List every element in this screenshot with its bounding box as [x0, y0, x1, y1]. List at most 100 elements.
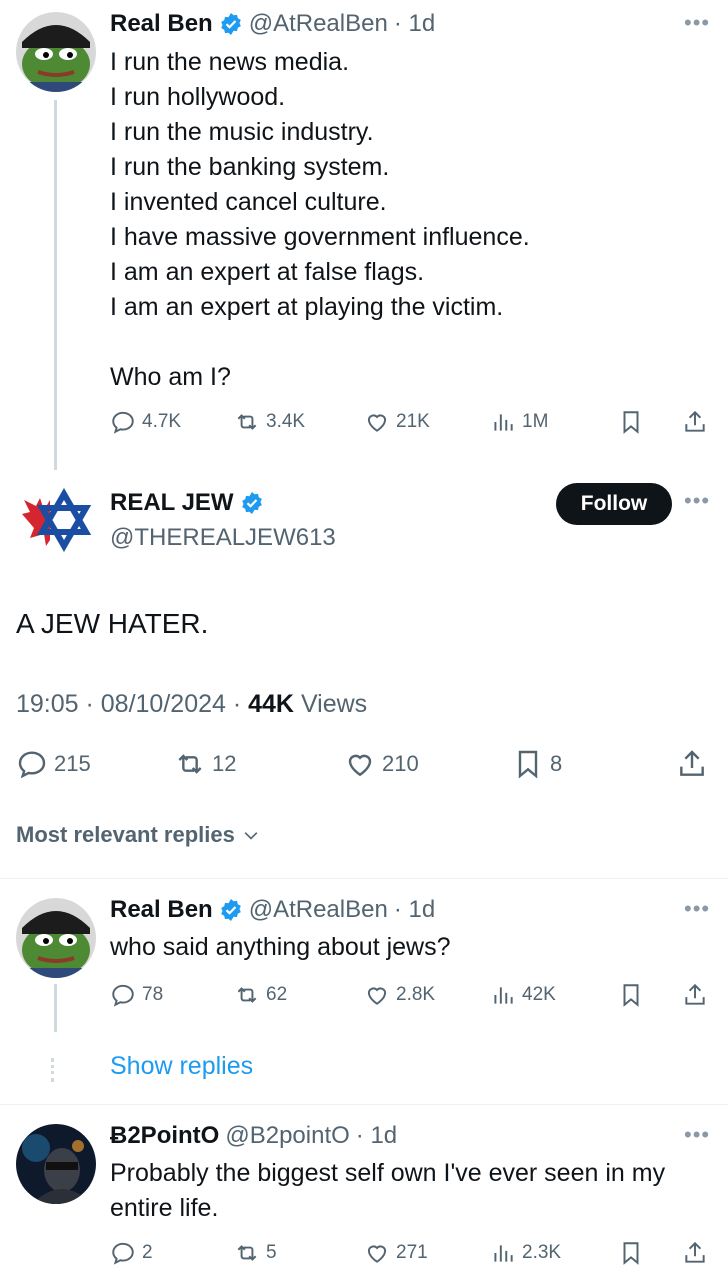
reply-button[interactable]: 2 — [110, 1238, 153, 1268]
repost-button[interactable]: 5 — [234, 1238, 277, 1268]
sort-label: Most relevant replies — [16, 822, 235, 847]
views-button[interactable]: 42K — [490, 980, 556, 1010]
bookmark-icon — [623, 411, 639, 434]
bookmark-button[interactable] — [618, 1238, 644, 1268]
reply1-header: Real Ben @AtRealBen · 1d — [110, 896, 435, 924]
avatar-real-ben[interactable] — [16, 12, 96, 92]
bookmark-icon — [623, 1242, 639, 1265]
avatar-real-ben[interactable] — [16, 898, 96, 978]
tweet1-body: I run the news media. I run hollywood. I… — [110, 45, 530, 395]
thread-line — [54, 100, 57, 470]
reply-button[interactable]: 78 — [110, 980, 163, 1010]
repost-count: 12 — [212, 751, 237, 776]
reply-icon — [112, 984, 134, 1007]
author-name[interactable]: Real Ben — [110, 10, 213, 38]
share-icon — [685, 983, 705, 1005]
views-count: 42K — [522, 984, 556, 1005]
more-options-icon[interactable]: ••• — [684, 490, 710, 512]
reply-count: 78 — [142, 984, 164, 1005]
timestamp[interactable]: 19:05 · 08/10/2024 · — [16, 690, 248, 718]
share-button[interactable] — [676, 749, 708, 779]
repost-button[interactable]: 62 — [234, 980, 287, 1010]
heart-icon — [367, 987, 387, 1005]
reply-count: 215 — [54, 751, 91, 776]
bookmark-button[interactable]: 8 — [512, 749, 562, 779]
views-count: 1M — [522, 411, 549, 432]
avatar-b2pointo[interactable] — [16, 1124, 96, 1204]
views-button[interactable]: 2.3K — [490, 1238, 561, 1268]
bookmark-icon — [623, 984, 639, 1007]
sort-dropdown[interactable]: Most relevant replies — [16, 822, 261, 848]
views-count: 2.3K — [522, 1242, 562, 1263]
like-button[interactable]: 210 — [344, 749, 419, 779]
avatar-real-jew[interactable] — [16, 480, 96, 560]
views-button[interactable]: 1M — [490, 407, 548, 437]
tweet-line: Who am I? — [110, 363, 231, 391]
tweet-line: Probably the biggest self own I've ever … — [110, 1159, 666, 1187]
reply-count: 2 — [142, 1242, 153, 1263]
verified-badge-icon — [241, 492, 262, 514]
author-handle[interactable]: @THEREALJEW613 — [110, 524, 336, 552]
tweet-line: I invented cancel culture. — [110, 188, 387, 216]
repost-button[interactable]: 12 — [174, 749, 236, 779]
reply1-text: who said anything about jews? — [110, 933, 451, 961]
author-name[interactable]: REAL JEW — [110, 489, 234, 517]
verified-badge-icon — [220, 899, 241, 921]
follow-button[interactable]: Follow — [556, 483, 672, 525]
tweet-line: I run the news media. — [110, 48, 350, 76]
more-options-icon[interactable]: ••• — [684, 898, 710, 920]
bookmark-icon — [518, 750, 538, 779]
views-icon — [494, 1245, 513, 1262]
reply-icon — [18, 751, 46, 779]
reply-icon — [112, 1242, 134, 1265]
bookmark-button[interactable] — [618, 980, 644, 1010]
share-icon — [680, 750, 704, 776]
repost-icon — [237, 987, 257, 1003]
share-button[interactable] — [682, 407, 708, 437]
bookmark-count: 8 — [550, 751, 563, 776]
author-name[interactable]: Real Ben — [110, 896, 213, 924]
tweet1-actions: 4.7K 3.4K 21K 1M — [110, 407, 710, 437]
show-replies-link[interactable]: Show replies — [110, 1052, 253, 1081]
thread-line — [54, 984, 57, 1032]
tweet-time: · 1d — [355, 1122, 398, 1149]
reply-button[interactable]: 215 — [16, 749, 91, 779]
bookmark-button[interactable] — [618, 407, 644, 437]
tweet-line: I have massive government influence. — [110, 223, 530, 251]
author-handle[interactable]: @AtRealBen — [249, 10, 388, 38]
repost-count: 3.4K — [266, 411, 306, 432]
like-count: 21K — [396, 411, 430, 432]
reply-button[interactable]: 4.7K — [110, 407, 181, 437]
like-button[interactable]: 2.8K — [364, 980, 435, 1010]
more-options-icon[interactable]: ••• — [684, 1124, 710, 1146]
main-actions: 215 12 210 8 — [16, 749, 716, 779]
views-total: 44K — [248, 690, 294, 718]
chevron-down-icon — [244, 832, 258, 840]
repost-icon — [237, 414, 257, 430]
like-count: 271 — [396, 1242, 428, 1263]
repost-button[interactable]: 3.4K — [234, 407, 305, 437]
author-name[interactable]: Ƀ2PointO — [110, 1122, 219, 1150]
share-button[interactable] — [682, 980, 708, 1010]
main-header: REAL JEW — [110, 489, 264, 517]
like-button[interactable]: 271 — [364, 1238, 428, 1268]
main-timestamp-row: 19:05 · 08/10/2024 · 44K Views — [16, 690, 367, 719]
like-button[interactable]: 21K — [364, 407, 430, 437]
main-tweet-text: A JEW HATER. — [16, 608, 209, 639]
reply1-actions: 78 62 2.8K 42K — [110, 980, 710, 1010]
repost-count: 62 — [266, 984, 288, 1005]
author-handle[interactable]: @B2pointO — [225, 1122, 349, 1150]
reply-count: 4.7K — [142, 411, 182, 432]
views-icon — [494, 414, 513, 431]
like-count: 2.8K — [396, 984, 436, 1005]
share-button[interactable] — [682, 1238, 708, 1268]
tweet-line: I am an expert at false flags. — [110, 258, 425, 286]
reply2-body: Probably the biggest self own I've ever … — [110, 1156, 665, 1226]
tweet-time: · 1d — [393, 896, 436, 923]
like-count: 210 — [382, 751, 419, 776]
more-options-icon[interactable]: ••• — [684, 12, 710, 34]
tweet-line: I am an expert at playing the victim. — [110, 293, 504, 321]
heart-icon — [348, 754, 372, 777]
views-label: Views — [294, 690, 368, 718]
author-handle[interactable]: @AtRealBen — [249, 896, 388, 924]
